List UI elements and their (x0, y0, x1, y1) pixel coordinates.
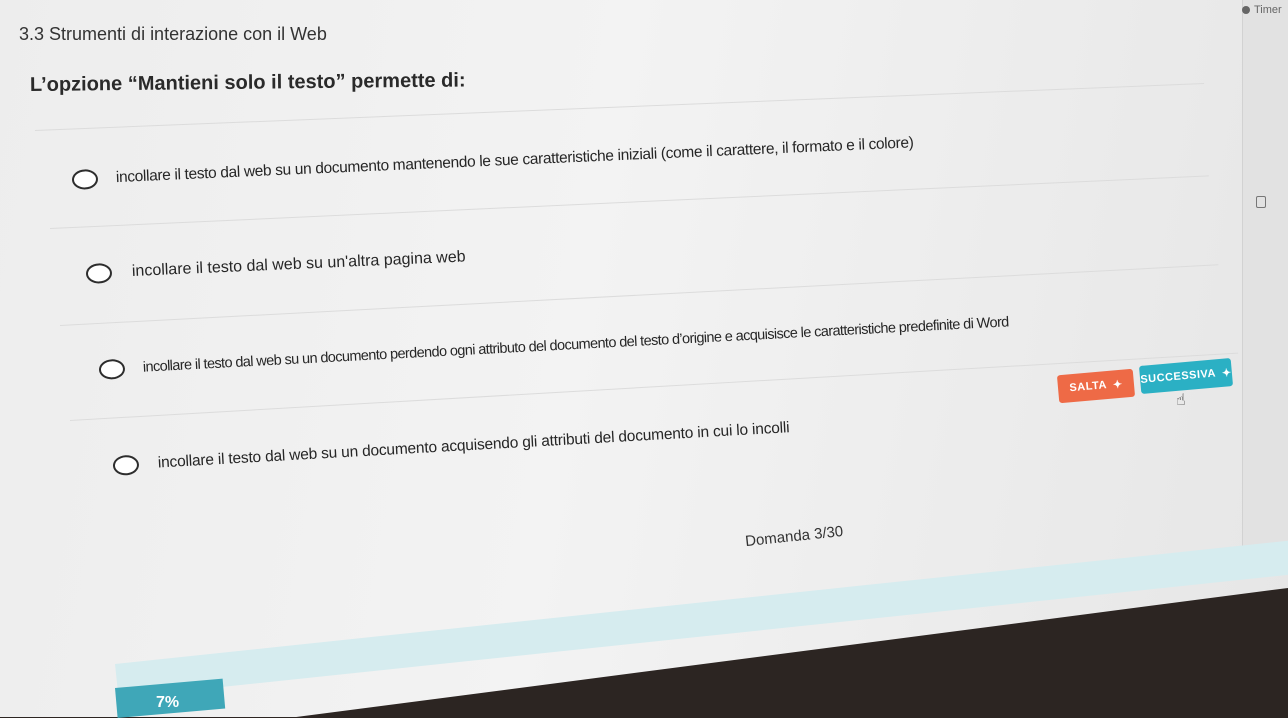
next-arrow-icon: ✦ (1221, 366, 1233, 380)
question-text: L’opzione “Mantieni solo il testo” perme… (29, 69, 466, 96)
section-title: 3.3 Strumenti di interazione con il Web (19, 24, 327, 44)
hand-cursor-icon: ☝ (1176, 392, 1186, 409)
radio-button[interactable] (112, 454, 140, 476)
radio-button[interactable] (85, 262, 113, 284)
side-panel (1242, 0, 1288, 560)
radio-button[interactable] (98, 358, 126, 380)
timer: Timer (1242, 4, 1282, 16)
next-label: SUCCESSIVA (1139, 367, 1217, 386)
radio-button[interactable] (71, 168, 99, 190)
document-icon[interactable] (1256, 196, 1266, 208)
timer-label: Timer (1254, 4, 1282, 16)
progress-percent: 7% (156, 694, 180, 711)
clock-icon (1242, 6, 1250, 14)
skip-arrow-icon: ✦ (1112, 378, 1124, 392)
skip-label: SALTA (1068, 379, 1108, 395)
